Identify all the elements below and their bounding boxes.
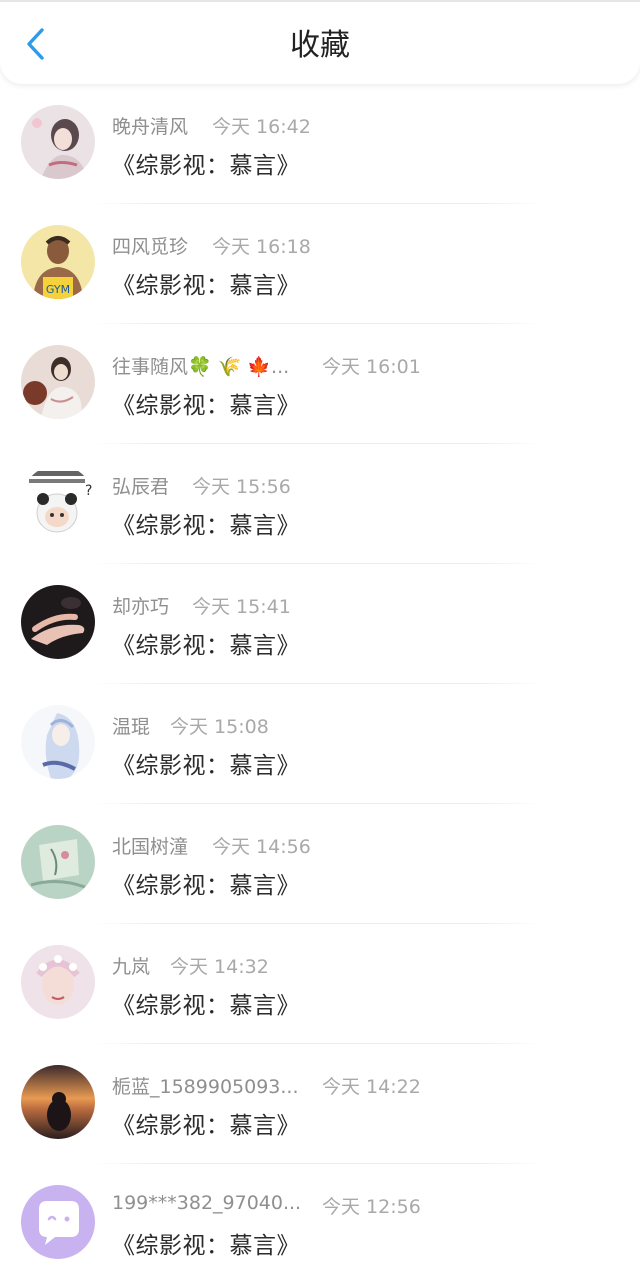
item-meta: 晚舟清风 今天 16:42 [112, 112, 311, 139]
avatar[interactable] [21, 1185, 95, 1259]
list-item[interactable]: 北国树潼 今天 14:56 《综影视：慕言》 [0, 804, 640, 924]
avatar[interactable] [21, 585, 95, 659]
username[interactable]: 弘辰君 [112, 472, 169, 499]
favorites-list: 晚舟清风 今天 16:42 《综影视：慕言》 GYM 四风觅珍 今天 16:18… [0, 84, 640, 1280]
item-meta: 四风觅珍 今天 16:18 [112, 232, 311, 259]
list-item[interactable]: 却亦巧 今天 15:41 《综影视：慕言》 [0, 564, 640, 684]
favorites-page: 收藏 晚舟清风 今天 16:42 《综影视：慕言》 GYM 四风觅珍 今天 16… [0, 0, 640, 1280]
username[interactable]: 温琨 [112, 712, 150, 739]
item-meta: 栀蓝_1589905093... 今天 14:22 [112, 1072, 421, 1099]
book-title[interactable]: 《综影视：慕言》 [112, 1226, 300, 1260]
svg-text:GYM: GYM [46, 283, 70, 296]
avatar[interactable] [21, 105, 95, 179]
item-meta: 199***382_97040... 今天 12:56 [112, 1192, 421, 1218]
item-meta: 却亦巧 今天 15:41 [112, 592, 291, 619]
avatar[interactable] [21, 945, 95, 1019]
page-title: 收藏 [290, 28, 350, 63]
book-title[interactable]: 《综影视：慕言》 [112, 866, 300, 900]
item-meta: 九岚 今天 14:32 [112, 952, 269, 979]
list-item[interactable]: 199***382_97040... 今天 12:56 《综影视：慕言》 [0, 1164, 640, 1280]
list-item[interactable]: 温琨 今天 15:08 《综影视：慕言》 [0, 684, 640, 804]
book-title[interactable]: 《综影视：慕言》 [112, 506, 300, 540]
item-meta: 弘辰君 今天 15:56 [112, 472, 291, 499]
book-title[interactable]: 《综影视：慕言》 [112, 266, 300, 300]
avatar[interactable] [21, 345, 95, 419]
book-title[interactable]: 《综影视：慕言》 [112, 986, 300, 1020]
timestamp: 今天 15:08 [170, 716, 269, 738]
timestamp: 今天 15:41 [192, 596, 291, 618]
username[interactable]: 栀蓝_1589905093... [112, 1072, 299, 1099]
username[interactable]: 199***382_97040... [112, 1192, 301, 1214]
book-title[interactable]: 《综影视：慕言》 [112, 386, 300, 420]
avatar[interactable] [21, 825, 95, 899]
list-item[interactable]: 晚舟清风 今天 16:42 《综影视：慕言》 [0, 84, 640, 204]
book-title[interactable]: 《综影视：慕言》 [112, 746, 300, 780]
username[interactable]: 却亦巧 [112, 592, 169, 619]
username[interactable]: 北国树潼 [112, 832, 188, 859]
timestamp: 今天 16:42 [212, 116, 311, 138]
item-meta: 北国树潼 今天 14:56 [112, 832, 311, 859]
timestamp: 今天 14:22 [322, 1076, 421, 1098]
timestamp: 今天 16:01 [322, 356, 421, 378]
username[interactable]: 四风觅珍 [112, 232, 188, 259]
book-title[interactable]: 《综影视：慕言》 [112, 146, 300, 180]
avatar[interactable]: GYM [21, 225, 95, 299]
list-item[interactable]: 往事随风🍀 🌾 🍁... 今天 16:01 《综影视：慕言》 [0, 324, 640, 444]
list-item[interactable]: ? 弘辰君 今天 15:56 《综影视：慕言》 [0, 444, 640, 564]
header-bar: 收藏 [0, 0, 640, 84]
svg-text:?: ? [85, 483, 92, 499]
book-title[interactable]: 《综影视：慕言》 [112, 626, 300, 660]
list-item[interactable]: 栀蓝_1589905093... 今天 14:22 《综影视：慕言》 [0, 1044, 640, 1164]
timestamp: 今天 14:56 [212, 836, 311, 858]
username[interactable]: 九岚 [112, 952, 150, 979]
list-item[interactable]: 九岚 今天 14:32 《综影视：慕言》 [0, 924, 640, 1044]
username[interactable]: 晚舟清风 [112, 112, 188, 139]
avatar[interactable]: ? [21, 465, 95, 539]
username[interactable]: 往事随风🍀 🌾 🍁... [112, 352, 289, 379]
item-meta: 温琨 今天 15:08 [112, 712, 269, 739]
timestamp: 今天 16:18 [212, 236, 311, 258]
timestamp: 今天 15:56 [192, 476, 291, 498]
avatar[interactable] [21, 1065, 95, 1139]
list-item[interactable]: GYM 四风觅珍 今天 16:18 《综影视：慕言》 [0, 204, 640, 324]
avatar[interactable] [21, 705, 95, 779]
timestamp: 今天 12:56 [322, 1196, 421, 1218]
item-meta: 往事随风🍀 🌾 🍁... 今天 16:01 [112, 352, 421, 379]
timestamp: 今天 14:32 [170, 956, 269, 978]
book-title[interactable]: 《综影视：慕言》 [112, 1106, 300, 1140]
